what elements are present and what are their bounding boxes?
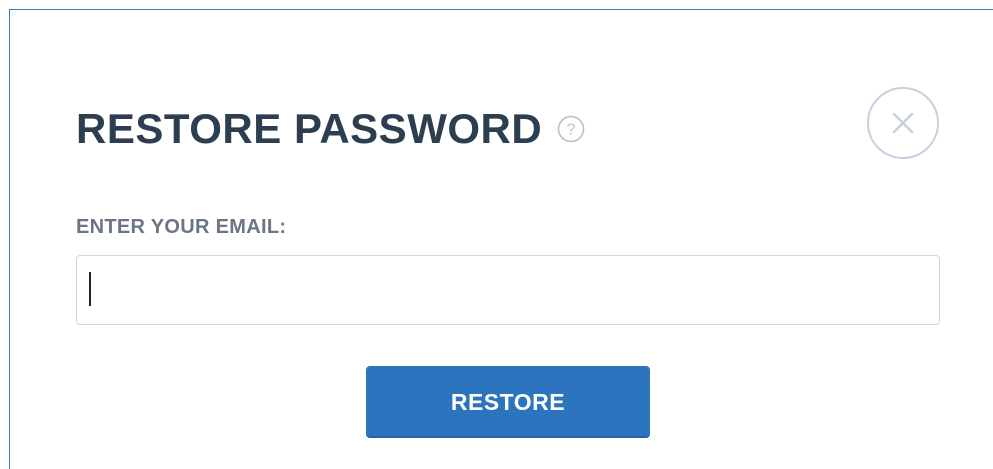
help-icon[interactable]: ? <box>556 114 586 144</box>
dialog-title: RESTORE PASSWORD <box>76 105 543 152</box>
restore-password-dialog: RESTORE PASSWORD ? ENTER YOUR EMAIL: RES… <box>9 9 993 469</box>
text-caret <box>89 272 91 306</box>
question-circle-icon: ? <box>557 115 585 143</box>
close-icon <box>892 112 914 134</box>
dialog-header: RESTORE PASSWORD ? <box>76 101 586 157</box>
close-button[interactable] <box>867 87 939 159</box>
email-label: ENTER YOUR EMAIL: <box>76 216 287 238</box>
email-input[interactable] <box>76 255 940 325</box>
svg-text:?: ? <box>567 122 576 139</box>
restore-button[interactable]: RESTORE <box>366 366 650 438</box>
